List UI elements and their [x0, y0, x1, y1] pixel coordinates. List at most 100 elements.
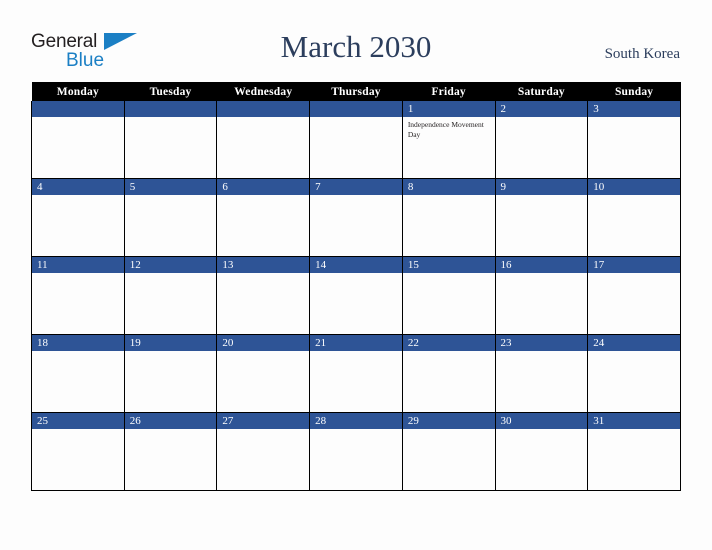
day-cell-content — [32, 101, 124, 178]
weekday-header-sunday: Sunday — [587, 82, 681, 101]
day-number: 17 — [588, 257, 680, 273]
day-cell-content: 1 Independence Movement Day — [402, 101, 495, 178]
day-cell-content: 24 — [588, 335, 680, 412]
holiday-label: Independence Movement Day — [407, 120, 484, 139]
calendar-week-row: 11 12 13 14 15 16 17 — [31, 256, 681, 335]
day-number: 18 — [32, 335, 124, 351]
calendar-grid: Monday Tuesday Wednesday Thursday Friday Satu… — [31, 82, 681, 491]
calendar-day-cell[interactable]: 20 — [216, 334, 311, 413]
day-number: 24 — [588, 335, 680, 351]
calendar-day-cell[interactable] — [216, 101, 311, 179]
calendar-day-cell[interactable]: 25 — [31, 412, 125, 491]
calendar-day-cell[interactable]: 11 — [31, 256, 125, 335]
calendar-day-cell[interactable]: 12 — [123, 256, 218, 335]
calendar-day-cell[interactable] — [309, 101, 403, 179]
day-cell-content: 2 — [495, 101, 588, 178]
day-cell-content: 14 — [310, 257, 402, 334]
day-cell-content: 25 — [32, 413, 124, 490]
day-number — [217, 101, 310, 117]
day-number: 3 — [588, 101, 680, 117]
calendar-day-cell[interactable]: 28 — [309, 412, 403, 491]
day-number: 26 — [124, 413, 217, 429]
calendar-day-cell[interactable]: 8 — [401, 178, 496, 257]
day-number: 25 — [32, 413, 124, 429]
day-cell-content: 11 — [32, 257, 124, 334]
day-number: 9 — [495, 179, 588, 195]
calendar-day-cell[interactable]: 4 — [31, 178, 125, 257]
day-cell-content: 7 — [310, 179, 402, 256]
calendar-day-cell[interactable]: 17 — [587, 256, 681, 335]
day-number: 5 — [124, 179, 217, 195]
calendar-day-cell[interactable]: 18 — [31, 334, 125, 413]
day-cell-content: 5 — [124, 179, 217, 256]
calendar-day-cell[interactable]: 24 — [587, 334, 681, 413]
day-cell-content: 22 — [402, 335, 495, 412]
calendar-day-cell[interactable]: 2 — [494, 101, 589, 179]
country-label: South Korea — [604, 46, 680, 62]
calendar-day-cell[interactable] — [123, 101, 218, 179]
day-cell-content: 10 — [588, 179, 680, 256]
day-number: 15 — [402, 257, 495, 273]
day-cell-content: 21 — [310, 335, 402, 412]
day-cell-content: 13 — [217, 257, 310, 334]
calendar-body: 1 Independence Movement Day 2 3 4 5 6 7 8 9 10 11 12… — [31, 101, 681, 491]
calendar-week-row: 1 Independence Movement Day 2 3 — [31, 101, 681, 179]
weekday-header-saturday: Saturday — [495, 82, 588, 101]
day-cell-content: 16 — [495, 257, 588, 334]
day-cell-content: 6 — [217, 179, 310, 256]
calendar-day-cell[interactable]: 13 — [216, 256, 311, 335]
calendar-day-cell[interactable]: 22 — [401, 334, 496, 413]
calendar-day-cell[interactable]: 30 — [494, 412, 589, 491]
day-number: 19 — [124, 335, 217, 351]
day-number: 4 — [32, 179, 124, 195]
calendar-day-cell[interactable]: 5 — [123, 178, 218, 257]
calendar-day-cell[interactable]: 29 — [401, 412, 496, 491]
day-cell-content: 23 — [495, 335, 588, 412]
calendar-day-cell[interactable]: 9 — [494, 178, 589, 257]
day-number: 23 — [495, 335, 588, 351]
page-header: General Blue March 2030 South Korea — [0, 0, 712, 82]
day-cell-content: 3 — [588, 101, 680, 178]
day-cell-content: 18 — [32, 335, 124, 412]
calendar-day-cell[interactable]: 1 Independence Movement Day — [401, 101, 496, 179]
day-cell-content — [217, 101, 310, 178]
calendar-day-cell[interactable]: 26 — [123, 412, 218, 491]
day-number: 16 — [495, 257, 588, 273]
calendar-day-cell[interactable]: 10 — [587, 178, 681, 257]
day-number: 27 — [217, 413, 310, 429]
calendar-day-cell[interactable]: 6 — [216, 178, 311, 257]
day-cell-content — [124, 101, 217, 178]
day-cell-content: 12 — [124, 257, 217, 334]
day-number: 6 — [217, 179, 310, 195]
day-number — [124, 101, 217, 117]
day-cell-content: 31 — [588, 413, 680, 490]
day-cell-content: 4 — [32, 179, 124, 256]
calendar-header-row: Monday Tuesday Wednesday Thursday Friday Satu… — [31, 82, 681, 101]
calendar-day-cell[interactable]: 14 — [309, 256, 403, 335]
calendar-day-cell[interactable] — [31, 101, 125, 179]
calendar-week-row: 25 26 27 28 29 30 31 — [31, 412, 681, 491]
day-number: 12 — [124, 257, 217, 273]
weekday-header-friday: Friday — [402, 82, 496, 101]
calendar-day-cell[interactable]: 21 — [309, 334, 403, 413]
day-number: 29 — [402, 413, 495, 429]
calendar-day-cell[interactable]: 3 — [587, 101, 681, 179]
day-cell-content: 20 — [217, 335, 310, 412]
day-cell-content: 30 — [495, 413, 588, 490]
calendar-day-cell[interactable]: 31 — [587, 412, 681, 491]
day-number: 20 — [217, 335, 310, 351]
calendar-day-cell[interactable]: 16 — [494, 256, 589, 335]
day-cell-content: 27 — [217, 413, 310, 490]
day-cell-content: 26 — [124, 413, 217, 490]
calendar-day-cell[interactable]: 19 — [123, 334, 218, 413]
weekday-header-thursday: Thursday — [309, 82, 403, 101]
calendar-day-cell[interactable]: 23 — [494, 334, 589, 413]
day-number: 14 — [310, 257, 402, 273]
day-number: 10 — [588, 179, 680, 195]
day-number: 22 — [402, 335, 495, 351]
calendar-day-cell[interactable]: 7 — [309, 178, 403, 257]
day-number: 7 — [310, 179, 402, 195]
calendar-day-cell[interactable]: 27 — [216, 412, 311, 491]
day-cell-content: 9 — [495, 179, 588, 256]
calendar-day-cell[interactable]: 15 — [401, 256, 496, 335]
